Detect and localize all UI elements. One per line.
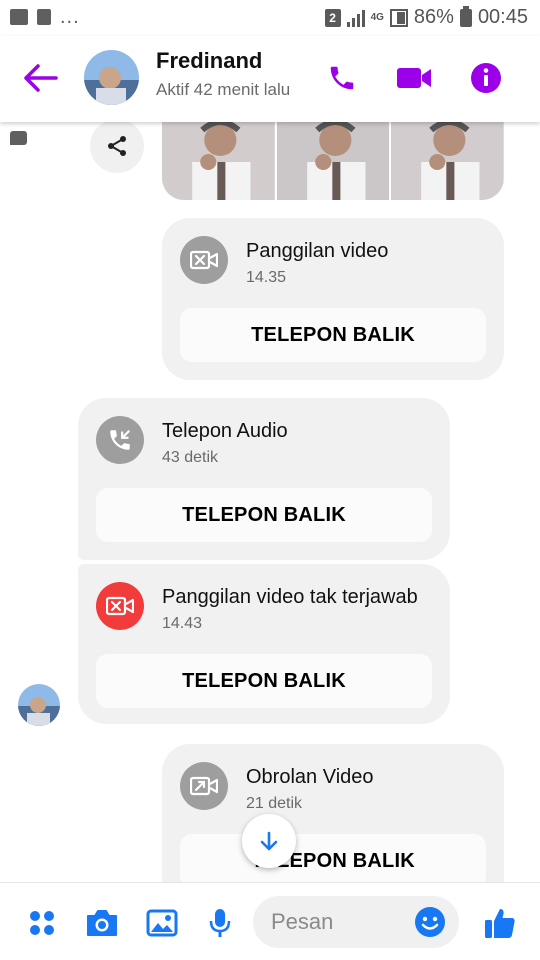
more-notifications-indicator: ... <box>60 6 80 28</box>
call-duration: 43 detik <box>162 449 219 466</box>
video-chat-message: Obrolan Video 21 detik TELEPON BALIK <box>162 744 504 882</box>
photo-image <box>276 122 390 200</box>
missed-call-status-icon <box>96 582 144 630</box>
video-chat-status-icon <box>180 762 228 810</box>
share-button[interactable] <box>90 122 144 173</box>
signal-icon <box>346 9 365 27</box>
system-status: 2 4G 86% 00:45 <box>324 5 528 29</box>
conversation-info-button[interactable] <box>466 58 506 98</box>
sender-avatar[interactable] <box>18 684 60 726</box>
signal-box-icon <box>389 8 408 27</box>
gallery-button[interactable] <box>144 905 180 941</box>
call-title: Panggilan video <box>246 240 389 262</box>
microphone-icon <box>209 909 231 937</box>
back-arrow-icon <box>24 64 58 92</box>
photo-image <box>391 122 504 200</box>
battery-icon <box>459 5 472 27</box>
thumbs-up-icon <box>485 909 515 938</box>
contact-avatar[interactable] <box>84 50 139 105</box>
conversation-header: Fredinand Aktif 42 menit lalu <box>0 36 540 122</box>
sim-notification-icon <box>37 9 51 25</box>
notification-icons: ... <box>10 6 80 145</box>
avatar-image <box>18 684 60 726</box>
info-icon <box>471 63 501 93</box>
scroll-to-bottom-button[interactable] <box>242 814 296 868</box>
like-button[interactable] <box>482 905 518 941</box>
audio-call-message: Telepon Audio 43 detik TELEPON BALIK <box>78 398 450 560</box>
photo-message[interactable] <box>162 122 504 200</box>
call-title: Panggilan video tak terjawab <box>162 586 418 608</box>
image-icon <box>146 909 178 937</box>
call-time: 14.43 <box>162 615 203 632</box>
camera-icon <box>87 910 117 936</box>
share-icon <box>108 136 126 156</box>
phone-icon <box>330 66 354 90</box>
call-duration: 21 detik <box>246 795 303 812</box>
message-thread: Panggilan video 14.35 TELEPON BALIK Tele… <box>0 122 540 882</box>
avatar-image <box>84 50 139 105</box>
video-call-button[interactable] <box>394 58 434 98</box>
contact-name[interactable]: Fredinand <box>156 48 262 74</box>
message-field[interactable] <box>253 896 459 948</box>
network-type: 4G <box>370 11 384 23</box>
photo-thumbnail[interactable] <box>391 122 504 200</box>
arrow-down-icon <box>260 831 278 851</box>
emoji-button[interactable] <box>413 905 447 939</box>
call-back-button[interactable]: TELEPON BALIK <box>96 654 432 708</box>
battery-percent: 86% <box>413 6 454 28</box>
video-camera-icon <box>397 68 431 88</box>
video-call-status-icon <box>180 236 228 284</box>
video-off-icon <box>190 250 218 270</box>
missed-video-icon <box>106 596 134 616</box>
call-back-button[interactable]: TELEPON BALIK <box>96 488 432 542</box>
call-time: 14.35 <box>246 269 287 286</box>
audio-call-button[interactable] <box>322 58 362 98</box>
photo-image <box>162 122 275 200</box>
camera-button[interactable] <box>84 905 120 941</box>
call-back-button[interactable]: TELEPON BALIK <box>180 308 486 362</box>
active-status: Aktif 42 menit lalu <box>156 80 291 99</box>
four-dots-icon <box>30 911 54 935</box>
call-back-button[interactable]: TELEPON BALIK <box>180 834 486 882</box>
missed-video-call-message: Panggilan video tak terjawab 14.43 TELEP… <box>78 564 450 724</box>
audio-call-status-icon <box>96 416 144 464</box>
call-title: Obrolan Video <box>246 766 374 788</box>
photo-thumbnail[interactable] <box>276 122 390 200</box>
status-bar: ... 2 4G 86% 00:45 <box>0 0 540 145</box>
more-actions-button[interactable] <box>24 905 60 941</box>
back-button[interactable] <box>22 62 60 94</box>
call-title: Telepon Audio <box>162 420 288 442</box>
outgoing-video-icon <box>190 776 218 796</box>
sim-slot-badge: 2 <box>324 8 341 27</box>
message-composer <box>0 882 540 960</box>
gallery-notification-icon <box>10 9 28 25</box>
message-input[interactable] <box>271 896 411 948</box>
smiley-icon <box>415 907 445 937</box>
clock: 00:45 <box>477 6 528 28</box>
photo-thumbnail[interactable] <box>162 122 275 200</box>
incoming-call-icon <box>110 430 130 450</box>
voice-message-button[interactable] <box>202 905 238 941</box>
video-call-message: Panggilan video 14.35 TELEPON BALIK <box>162 218 504 380</box>
